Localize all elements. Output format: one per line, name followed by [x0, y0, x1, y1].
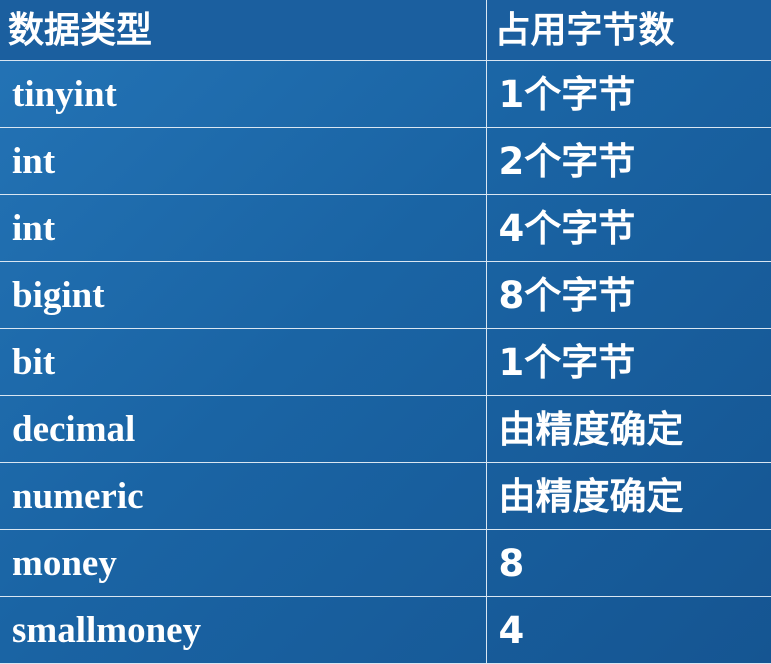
size-cell: 1个字节 [485, 328, 771, 396]
type-cell: bit [0, 328, 487, 396]
type-cell: tinyint [0, 60, 487, 128]
size-cell: 4 [485, 596, 771, 664]
size-cell: 2个字节 [485, 127, 771, 195]
table-row: money 8 [0, 529, 771, 597]
header-row: 数据类型 占用字节数 [0, 0, 771, 61]
type-cell: smallmoney [0, 596, 487, 664]
type-cell: int [0, 127, 487, 195]
type-cell: decimal [0, 395, 487, 463]
size-cell: 8个字节 [485, 261, 771, 329]
table-row: numeric 由精度确定 [0, 462, 771, 530]
header-data-type: 数据类型 [0, 0, 487, 61]
type-cell: numeric [0, 462, 487, 530]
table-row: bigint 8个字节 [0, 261, 771, 329]
size-cell: 8 [485, 529, 771, 597]
type-cell: bigint [0, 261, 487, 329]
type-cell: money [0, 529, 487, 597]
table-row: decimal 由精度确定 [0, 395, 771, 463]
table-row: bit 1个字节 [0, 328, 771, 396]
data-type-table: 数据类型 占用字节数 tinyint 1个字节 int 2个字节 int 4个字… [0, 0, 771, 664]
slide: 数据类型 占用字节数 tinyint 1个字节 int 2个字节 int 4个字… [0, 0, 771, 664]
size-cell: 4个字节 [485, 194, 771, 262]
table-row: int 2个字节 [0, 127, 771, 195]
size-cell: 由精度确定 [485, 462, 771, 530]
type-cell: int [0, 194, 487, 262]
size-cell: 1个字节 [485, 60, 771, 128]
table-row: int 4个字节 [0, 194, 771, 262]
table-row: tinyint 1个字节 [0, 60, 771, 128]
table-row: smallmoney 4 [0, 596, 771, 664]
size-cell: 由精度确定 [485, 395, 771, 463]
header-byte-size: 占用字节数 [485, 0, 771, 61]
